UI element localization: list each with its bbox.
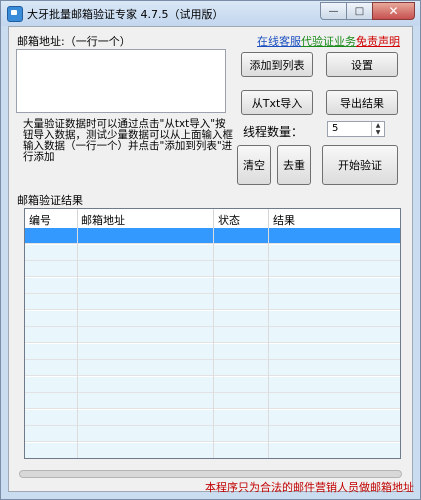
footer-notice: 本程序只为合法的邮件营销人员做邮箱地址 [205, 481, 414, 494]
clear-button[interactable]: 清空 [237, 145, 271, 185]
maximize-button[interactable]: □ [346, 2, 372, 20]
close-button[interactable]: ✕ [372, 2, 415, 20]
results-table-header: 编号 邮箱地址 状态 结果 [25, 209, 400, 229]
column-header-email[interactable]: 邮箱地址 [81, 212, 125, 228]
online-support-link[interactable]: 在线客服 [257, 33, 301, 49]
thread-count-value: 5 [332, 123, 339, 134]
usage-hint: 大量验证数据时可以通过点击"从txt导入"按钮导入数据，测试少量数据可以从上面输… [23, 118, 233, 163]
app-window: 大牙批量邮箱验证专家 4.7.5（试用版） — □ ✕ 邮箱地址:（一行一个） … [0, 0, 421, 500]
minimize-button[interactable]: — [320, 2, 346, 20]
thread-count-label: 线程数量： [243, 125, 304, 139]
disclaimer-link[interactable]: 免责声明 [356, 33, 400, 49]
client-area: 邮箱地址:（一行一个） 在线客服 代验证业务 免责声明 大量验证数据时可以通过点… [8, 26, 414, 494]
verify-service-link[interactable]: 代验证业务 [301, 33, 356, 49]
horizontal-scrollbar[interactable] [19, 470, 402, 478]
email-input-area[interactable] [16, 49, 226, 113]
settings-button[interactable]: 设置 [326, 52, 398, 77]
column-header-id[interactable]: 编号 [29, 212, 51, 228]
add-to-list-button[interactable]: 添加到列表 [241, 52, 313, 77]
export-results-button[interactable]: 导出结果 [326, 90, 398, 115]
dedupe-button[interactable]: 去重 [277, 145, 311, 185]
window-title: 大牙批量邮箱验证专家 4.7.5（试用版） [27, 8, 224, 21]
title-bar[interactable]: 大牙批量邮箱验证专家 4.7.5（试用版） — □ ✕ [1, 1, 420, 26]
import-txt-button[interactable]: 从Txt导入 [241, 90, 313, 115]
stepper-down-icon[interactable]: ▼ [372, 129, 384, 136]
column-header-status[interactable]: 状态 [218, 212, 240, 228]
results-table[interactable]: 编号 邮箱地址 状态 结果 [24, 208, 401, 459]
email-input-label: 邮箱地址:（一行一个） [17, 35, 131, 48]
window-controls: — □ ✕ [320, 2, 415, 21]
results-label: 邮箱验证结果 [17, 194, 83, 207]
app-icon [7, 6, 23, 22]
start-verify-button[interactable]: 开始验证 [322, 145, 398, 185]
column-header-result[interactable]: 结果 [273, 212, 295, 228]
stepper-up-icon[interactable]: ▲ [372, 122, 384, 129]
thread-count-stepper[interactable]: 5 ▲ ▼ [327, 121, 385, 137]
